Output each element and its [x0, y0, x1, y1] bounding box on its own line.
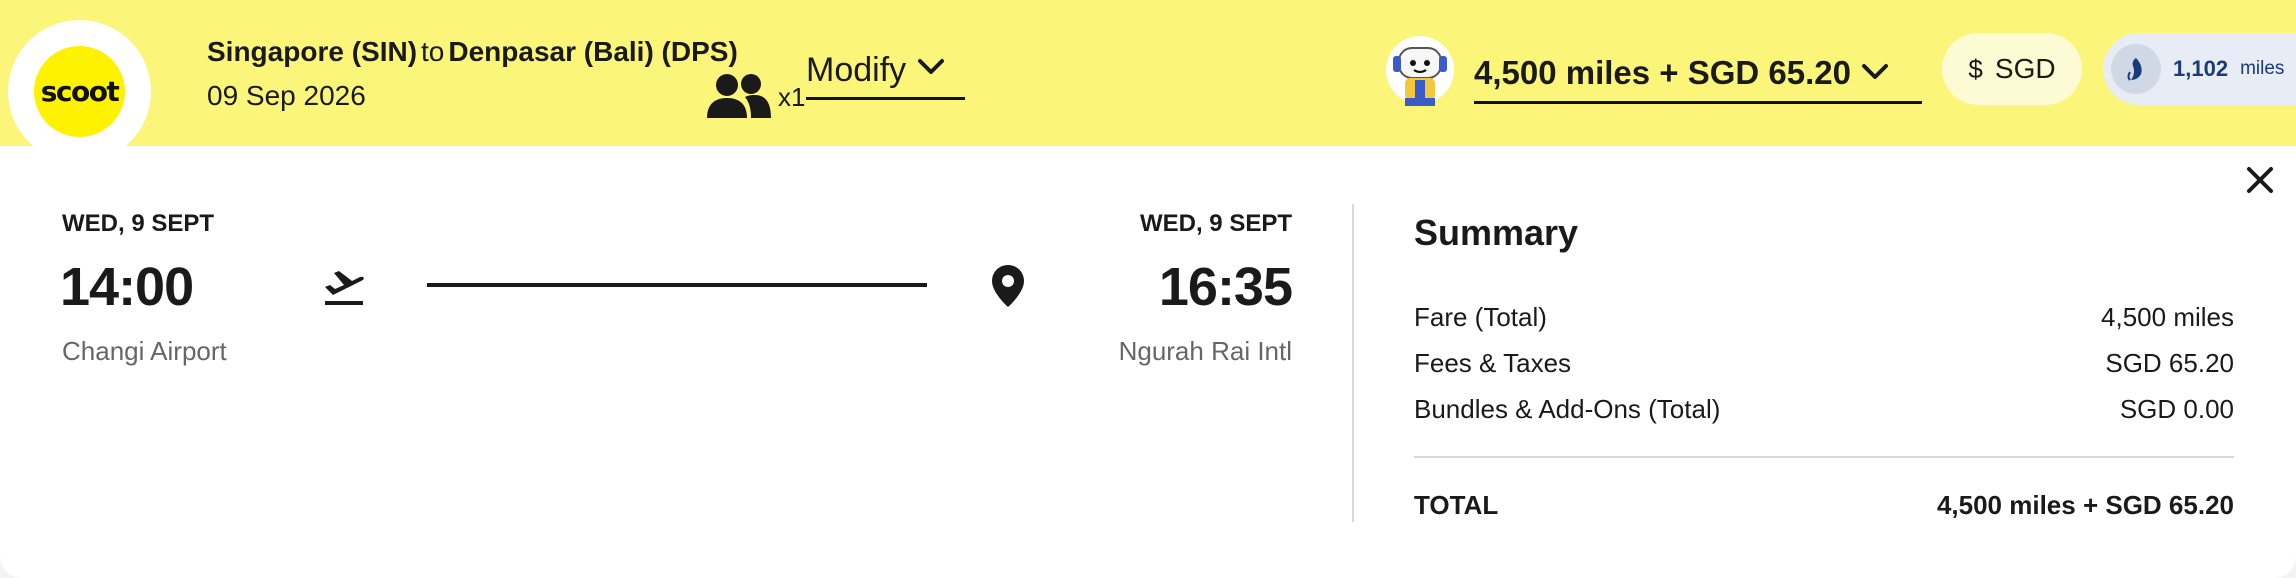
- price-label: 4,500 miles + SGD 65.20: [1474, 54, 1852, 91]
- origin-label: Singapore (SIN): [207, 36, 418, 67]
- summary-row: Fare (Total) 4,500 miles: [1414, 302, 2234, 333]
- scoot-logo-text: scoot: [40, 75, 120, 108]
- airplane-takeoff-icon: [325, 271, 364, 305]
- modify-search-button[interactable]: Modify: [806, 50, 965, 100]
- close-icon[interactable]: [2240, 160, 2280, 200]
- flight-details-panel: WED, 9 SEPT 14:00 Changi Airport WED, 9 …: [0, 146, 2296, 578]
- travel-date: 09 Sep 2026: [207, 80, 366, 111]
- location-pin-icon: [992, 265, 1024, 307]
- summary-total-row: TOTAL 4,500 miles + SGD 65.20: [1414, 490, 2234, 521]
- currency-code: SGD: [1994, 53, 2056, 84]
- scoot-logo-disc: scoot: [34, 46, 125, 137]
- chevron-down-icon: [918, 59, 945, 74]
- section-divider: [1352, 204, 1354, 522]
- krisflyer-miles-unit: miles: [2240, 58, 2285, 79]
- arrival-day: WED, 9 SEPT: [1139, 210, 1292, 237]
- summary-row-label: Fare (Total): [1414, 302, 1547, 332]
- krisflyer-miles-badge[interactable]: 1,102 miles: [2103, 33, 2296, 105]
- route-summary: Singapore (SIN) to Denpasar (Bali) (DPS): [207, 36, 738, 68]
- total-label: TOTAL: [1414, 490, 1499, 520]
- summary-row-value: SGD 65.20: [2105, 348, 2234, 378]
- summary-row-label: Bundles & Add-Ons (Total): [1414, 394, 1721, 424]
- arrival-time: 16:35: [1158, 257, 1293, 317]
- summary-row-value: 4,500 miles: [2101, 302, 2234, 332]
- destination-label: Denpasar (Bali) (DPS): [448, 36, 738, 67]
- currency-symbol: $: [1968, 53, 1983, 84]
- departure-time: 14:00: [60, 257, 194, 317]
- passenger-count: x1: [778, 82, 806, 112]
- krisflyer-miles-value: 1,102: [2173, 56, 2229, 81]
- route-connector: to: [421, 36, 445, 67]
- people-icon: [707, 74, 771, 118]
- summary-divider: [1414, 456, 2234, 458]
- modify-label: Modify: [806, 51, 907, 89]
- summary-row-label: Fees & Taxes: [1414, 348, 1572, 378]
- top-bar: scoot Singapore (SIN) to Denpasar (Bali) (…: [0, 0, 2296, 163]
- departure-airport: Changi Airport: [62, 336, 227, 366]
- flight-path-line: [427, 283, 927, 287]
- chevron-down-icon: [1862, 64, 1889, 79]
- total-value: 4,500 miles + SGD 65.20: [1936, 490, 2234, 520]
- departure-day: WED, 9 SEPT: [62, 210, 215, 237]
- summary-row-value: SGD 0.00: [2119, 394, 2234, 424]
- scoot-logo[interactable]: scoot: [8, 20, 151, 163]
- summary-row: Bundles & Add-Ons (Total) SGD 0.00: [1414, 394, 2234, 425]
- summary-title: Summary: [1414, 212, 1579, 253]
- price-dropdown[interactable]: 4,500 miles + SGD 65.20: [1474, 52, 1922, 104]
- robot-mascot-icon: [1386, 36, 1454, 106]
- currency-selector[interactable]: $ SGD: [1942, 33, 2082, 105]
- arrival-airport: Ngurah Rai Intl: [1118, 336, 1292, 366]
- summary-row: Fees & Taxes SGD 65.20: [1414, 348, 2234, 379]
- singapore-airlines-bird-icon: [2111, 44, 2161, 94]
